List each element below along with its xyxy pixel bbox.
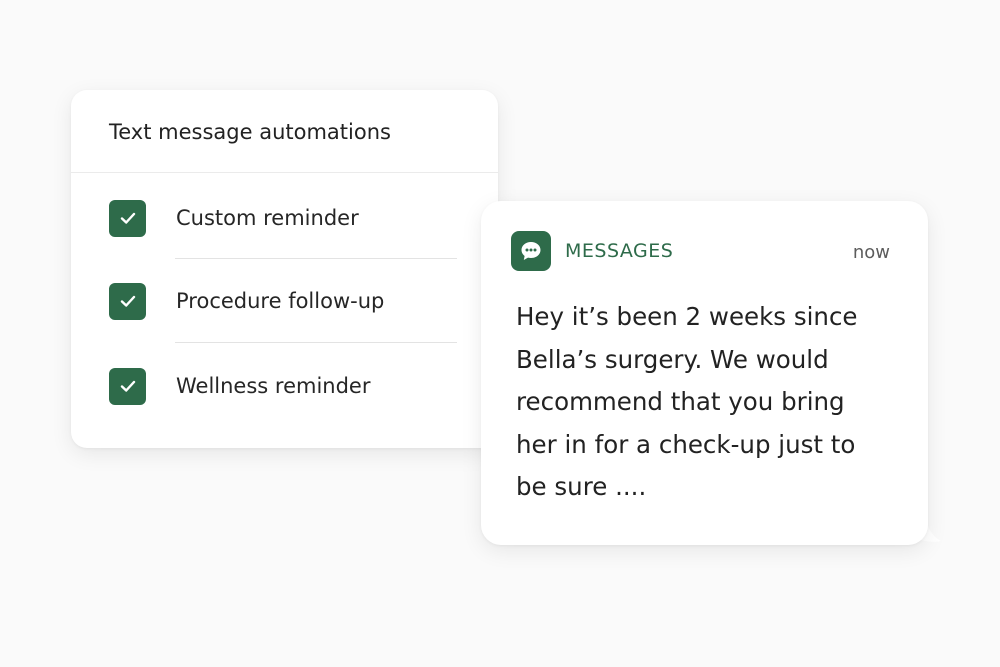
check-icon xyxy=(120,212,135,224)
check-icon xyxy=(120,380,135,392)
checkbox-wellness-reminder[interactable] xyxy=(109,367,146,405)
automations-title: Text message automations xyxy=(109,120,391,144)
item-divider xyxy=(175,258,457,259)
message-card: MESSAGES now Hey it’s been 2 weeks since… xyxy=(481,201,928,545)
chat-bubble-icon xyxy=(521,242,541,260)
item-divider xyxy=(175,342,457,343)
automation-label-wellness-reminder: Wellness reminder xyxy=(176,374,371,398)
checkbox-procedure-follow-up[interactable] xyxy=(109,282,146,320)
message-timestamp: now xyxy=(852,242,890,263)
automation-label-procedure-follow-up: Procedure follow-up xyxy=(176,289,385,313)
messages-app-name: MESSAGES xyxy=(565,240,674,262)
check-icon xyxy=(120,295,135,307)
automation-item-custom-reminder[interactable]: Custom reminder xyxy=(109,198,459,238)
message-notification[interactable]: MESSAGES now Hey it’s been 2 weeks since… xyxy=(481,201,943,547)
automation-label-custom-reminder: Custom reminder xyxy=(176,206,359,230)
message-body: Hey it’s been 2 weeks since Bella’s surg… xyxy=(516,302,858,501)
checkbox-custom-reminder[interactable] xyxy=(109,199,146,237)
automation-item-wellness-reminder[interactable]: Wellness reminder xyxy=(109,366,459,406)
automation-item-procedure-follow-up[interactable]: Procedure follow-up xyxy=(109,281,459,321)
automations-card: Text message automations Custom reminder… xyxy=(71,90,498,448)
title-divider xyxy=(71,172,498,173)
messages-app-icon xyxy=(511,231,551,271)
